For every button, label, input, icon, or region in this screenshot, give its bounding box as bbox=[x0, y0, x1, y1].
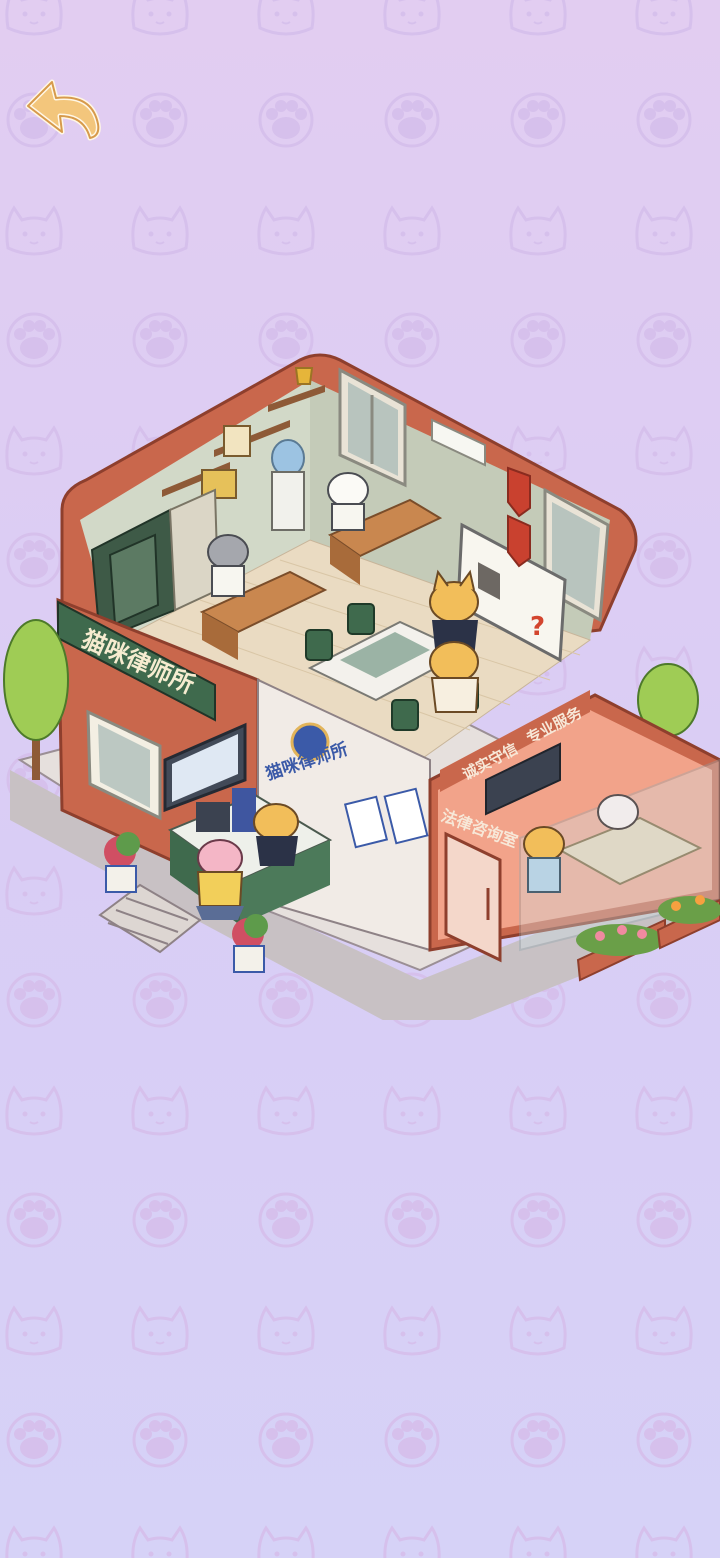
cat-face-pattern-icon bbox=[5, 0, 63, 36]
paw-pattern-icon bbox=[510, 92, 566, 148]
cat-face-pattern-icon bbox=[257, 1526, 315, 1558]
cat-face-pattern-icon bbox=[5, 206, 63, 256]
law-office-building[interactable]: ? 猫咪律师所 猫咪律师所 诚实守信 专业服务 法律咨询室 bbox=[0, 340, 720, 1020]
paw-pattern-icon bbox=[636, 92, 692, 148]
paw-pattern-icon bbox=[636, 1192, 692, 1248]
cat-face-pattern-icon bbox=[131, 206, 189, 256]
cat-face-pattern-icon bbox=[5, 1526, 63, 1558]
cat-face-pattern-icon bbox=[383, 206, 441, 256]
cat-lawyer-meeting[interactable] bbox=[429, 641, 480, 713]
cat-face-pattern-icon bbox=[635, 0, 693, 36]
paw-pattern-icon bbox=[384, 1192, 440, 1248]
cat-face-pattern-icon bbox=[131, 1086, 189, 1136]
cat-face-pattern-icon bbox=[131, 1306, 189, 1356]
paw-pattern-icon bbox=[132, 92, 188, 148]
cat-face-pattern-icon bbox=[257, 1306, 315, 1356]
paw-pattern-icon bbox=[636, 1412, 692, 1468]
paw-pattern-icon bbox=[510, 1192, 566, 1248]
paw-pattern-icon bbox=[258, 92, 314, 148]
cat-client-crying[interactable] bbox=[597, 794, 639, 830]
paw-pattern-icon bbox=[384, 1412, 440, 1468]
cat-face-pattern-icon bbox=[5, 1086, 63, 1136]
cat-face-pattern-icon bbox=[383, 1306, 441, 1356]
paw-pattern-icon bbox=[384, 92, 440, 148]
cat-clerk-grey[interactable] bbox=[207, 534, 249, 597]
paw-pattern-icon bbox=[258, 1192, 314, 1248]
cat-face-pattern-icon bbox=[383, 1526, 441, 1558]
back-arrow-icon bbox=[25, 79, 101, 141]
cat-face-pattern-icon bbox=[131, 1526, 189, 1558]
cat-face-pattern-icon bbox=[635, 1306, 693, 1356]
cat-face-pattern-icon bbox=[257, 1086, 315, 1136]
water-cooler bbox=[271, 439, 305, 531]
cat-face-pattern-icon bbox=[257, 206, 315, 256]
paw-pattern-icon bbox=[258, 1412, 314, 1468]
cat-face-pattern-icon bbox=[5, 1306, 63, 1356]
cat-face-pattern-icon bbox=[509, 1086, 567, 1136]
paw-pattern-icon bbox=[132, 1412, 188, 1468]
flower-box bbox=[576, 918, 666, 982]
cat-face-pattern-icon bbox=[635, 206, 693, 256]
cat-face-pattern-icon bbox=[509, 1306, 567, 1356]
paw-pattern-icon bbox=[6, 1412, 62, 1468]
cat-face-pattern-icon bbox=[509, 0, 567, 36]
cat-face-pattern-icon bbox=[635, 1086, 693, 1136]
paw-pattern-icon bbox=[510, 1412, 566, 1468]
cat-receptionist[interactable] bbox=[253, 803, 299, 866]
cat-face-pattern-icon bbox=[635, 1526, 693, 1558]
cat-client-pink[interactable] bbox=[196, 839, 244, 920]
svg-text:?: ? bbox=[530, 612, 545, 642]
cat-clerk-white[interactable] bbox=[327, 472, 369, 531]
cat-face-pattern-icon bbox=[383, 0, 441, 36]
paw-pattern-icon bbox=[6, 1192, 62, 1248]
cat-face-pattern-icon bbox=[131, 0, 189, 36]
cat-consultant[interactable] bbox=[523, 826, 565, 893]
back-button[interactable] bbox=[22, 72, 108, 152]
paw-pattern-icon bbox=[132, 1192, 188, 1248]
cat-face-pattern-icon bbox=[257, 0, 315, 36]
cat-face-pattern-icon bbox=[383, 1086, 441, 1136]
cat-face-pattern-icon bbox=[509, 206, 567, 256]
cat-face-pattern-icon bbox=[509, 1526, 567, 1558]
